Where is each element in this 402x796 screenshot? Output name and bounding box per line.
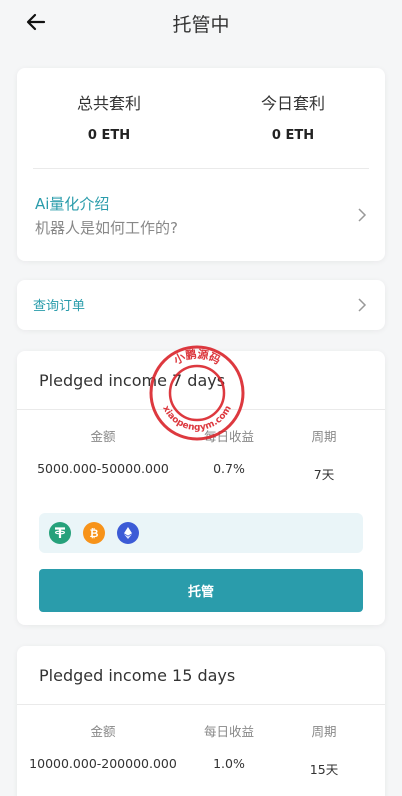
plan-card-7-days: Pledged income 7 days 金额 5000.000-50000.… bbox=[17, 351, 385, 625]
svg-text:₿: ₿ bbox=[90, 527, 99, 540]
amount-column: 金额 10000.000-200000.000 bbox=[17, 721, 189, 778]
total-arbitrage-value: 0 ETH bbox=[87, 128, 131, 143]
daily-income-header: 每日收益 bbox=[203, 724, 254, 739]
daily-income-header: 每日收益 bbox=[203, 429, 254, 444]
plan-card-15-days: Pledged income 15 days 金额 10000.000-2000… bbox=[17, 646, 385, 796]
amount-column: 金额 5000.000-50000.000 bbox=[17, 426, 189, 483]
back-arrow-icon[interactable] bbox=[24, 10, 48, 34]
amount-header: 金额 bbox=[90, 724, 116, 739]
stats-row: 总共套利 0 ETH 今日套利 0 ETH bbox=[17, 68, 385, 168]
chevron-right-icon bbox=[358, 208, 367, 222]
bitcoin-icon: ₿ bbox=[83, 522, 105, 544]
daily-income-column: 每日收益 0.7% bbox=[189, 426, 269, 483]
query-orders-link[interactable]: 查询订单 bbox=[17, 280, 385, 330]
ai-intro-link[interactable]: Ai量化介绍 机器人是如何工作的? bbox=[17, 169, 385, 261]
today-arbitrage-label: 今日套利 bbox=[260, 94, 325, 113]
ethereum-icon bbox=[117, 522, 139, 544]
total-arbitrage-stat: 总共套利 0 ETH bbox=[17, 90, 201, 168]
amount-value: 10000.000-200000.000 bbox=[29, 756, 177, 771]
plan-table: 金额 5000.000-50000.000 每日收益 0.7% 周期 7天 bbox=[17, 410, 385, 483]
deposit-button[interactable]: 托管 bbox=[39, 569, 363, 612]
total-arbitrage-label: 总共套利 bbox=[76, 94, 141, 113]
query-orders-label: 查询订单 bbox=[33, 299, 86, 314]
period-header: 周期 bbox=[311, 724, 337, 739]
period-header: 周期 bbox=[311, 429, 337, 444]
ai-intro-subtitle: 机器人是如何工作的? bbox=[35, 219, 178, 237]
supported-coins: ₿ bbox=[39, 513, 363, 553]
today-arbitrage-stat: 今日套利 0 ETH bbox=[201, 90, 385, 168]
tether-icon bbox=[49, 522, 71, 544]
daily-income-value: 0.7% bbox=[213, 461, 245, 476]
amount-header: 金额 bbox=[90, 429, 116, 444]
today-arbitrage-value: 0 ETH bbox=[271, 128, 315, 143]
plan-title: Pledged income 7 days bbox=[39, 371, 226, 390]
daily-income-value: 1.0% bbox=[213, 756, 245, 771]
plan-title: Pledged income 15 days bbox=[39, 666, 236, 685]
plan-table: 金额 10000.000-200000.000 每日收益 1.0% 周期 15天 bbox=[17, 705, 385, 778]
ai-intro-title: Ai量化介绍 bbox=[35, 195, 110, 213]
daily-income-column: 每日收益 1.0% bbox=[189, 721, 269, 778]
arbitrage-summary-card: 总共套利 0 ETH 今日套利 0 ETH Ai量化介绍 机器人是如何工作的? bbox=[17, 68, 385, 261]
amount-value: 5000.000-50000.000 bbox=[37, 461, 169, 476]
chevron-right-icon bbox=[358, 298, 367, 312]
period-column: 周期 7天 bbox=[269, 426, 379, 483]
period-column: 周期 15天 bbox=[269, 721, 379, 778]
page-title: 托管中 bbox=[172, 13, 230, 36]
period-value: 7天 bbox=[313, 467, 335, 482]
period-value: 15天 bbox=[309, 762, 339, 777]
header: 托管中 bbox=[0, 0, 402, 50]
